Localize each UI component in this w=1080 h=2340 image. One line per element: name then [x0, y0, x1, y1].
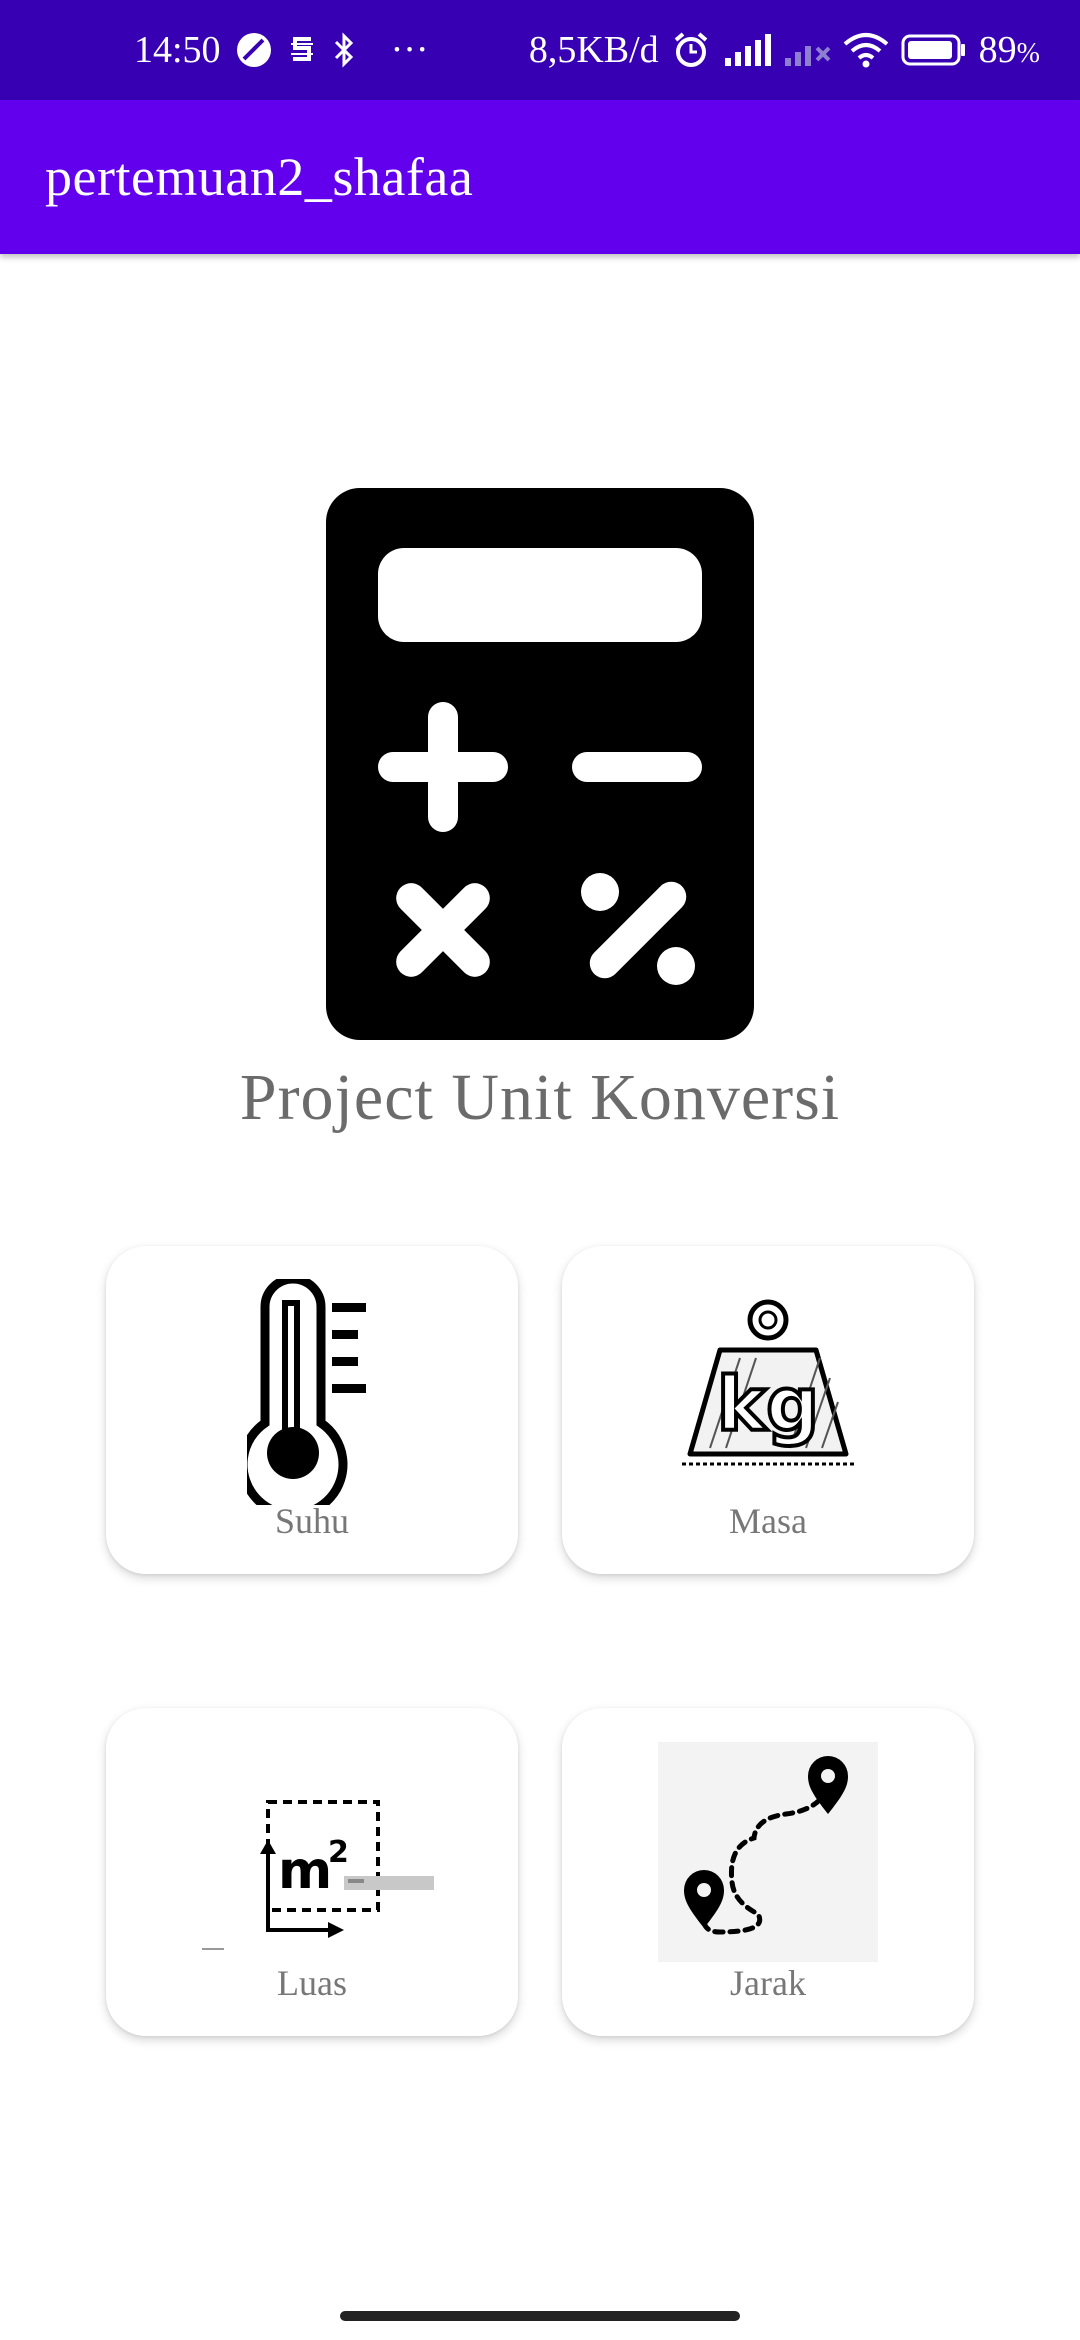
signal-no-sim-icon [783, 32, 831, 68]
home-indicator[interactable] [340, 2311, 740, 2321]
status-bar: 14:50 ··· 8,5KB/d 89% [0, 0, 1080, 100]
weight-kg-icon: kg [682, 1299, 854, 1466]
do-not-disturb-icon [235, 31, 273, 69]
area-m2-icon: m 2 [202, 1800, 434, 1950]
wifi-icon [843, 32, 889, 68]
card-label-masa: Masa [729, 1501, 807, 1541]
bluetooth-icon [331, 31, 357, 69]
battery-icon [901, 33, 967, 67]
route-pins-icon [658, 1742, 878, 1962]
page-title: Project Unit Konversi [239, 1061, 841, 1134]
thermometer-icon [247, 1279, 366, 1505]
card-label-jarak: Jarak [730, 1963, 806, 2003]
card-suhu[interactable]: Suhu [106, 1246, 518, 1574]
alarm-icon [671, 30, 711, 70]
svg-text:m: m [278, 1841, 332, 1901]
card-label-suhu: Suhu [274, 1501, 350, 1541]
s-app-icon [287, 31, 317, 69]
battery-percentage: 89% [978, 29, 1040, 71]
more-notifications: ··· [390, 29, 429, 71]
card-jarak[interactable]: Jarak [562, 1708, 974, 2036]
card-luas[interactable]: m 2 Luas [106, 1708, 518, 2036]
card-label-luas: Luas [277, 1963, 347, 2003]
clock: 14:50 [134, 29, 221, 71]
signal-strength-icon [723, 32, 771, 68]
app-title: pertemuan2_shafaa [45, 147, 474, 207]
calculator-icon [326, 488, 754, 1040]
card-masa[interactable]: kg Masa [562, 1246, 974, 1574]
network-speed: 8,5KB/d [528, 29, 659, 71]
app-bar: pertemuan2_shafaa [0, 100, 1080, 254]
svg-text:kg: kg [717, 1362, 819, 1448]
svg-text:2: 2 [328, 1835, 349, 1870]
